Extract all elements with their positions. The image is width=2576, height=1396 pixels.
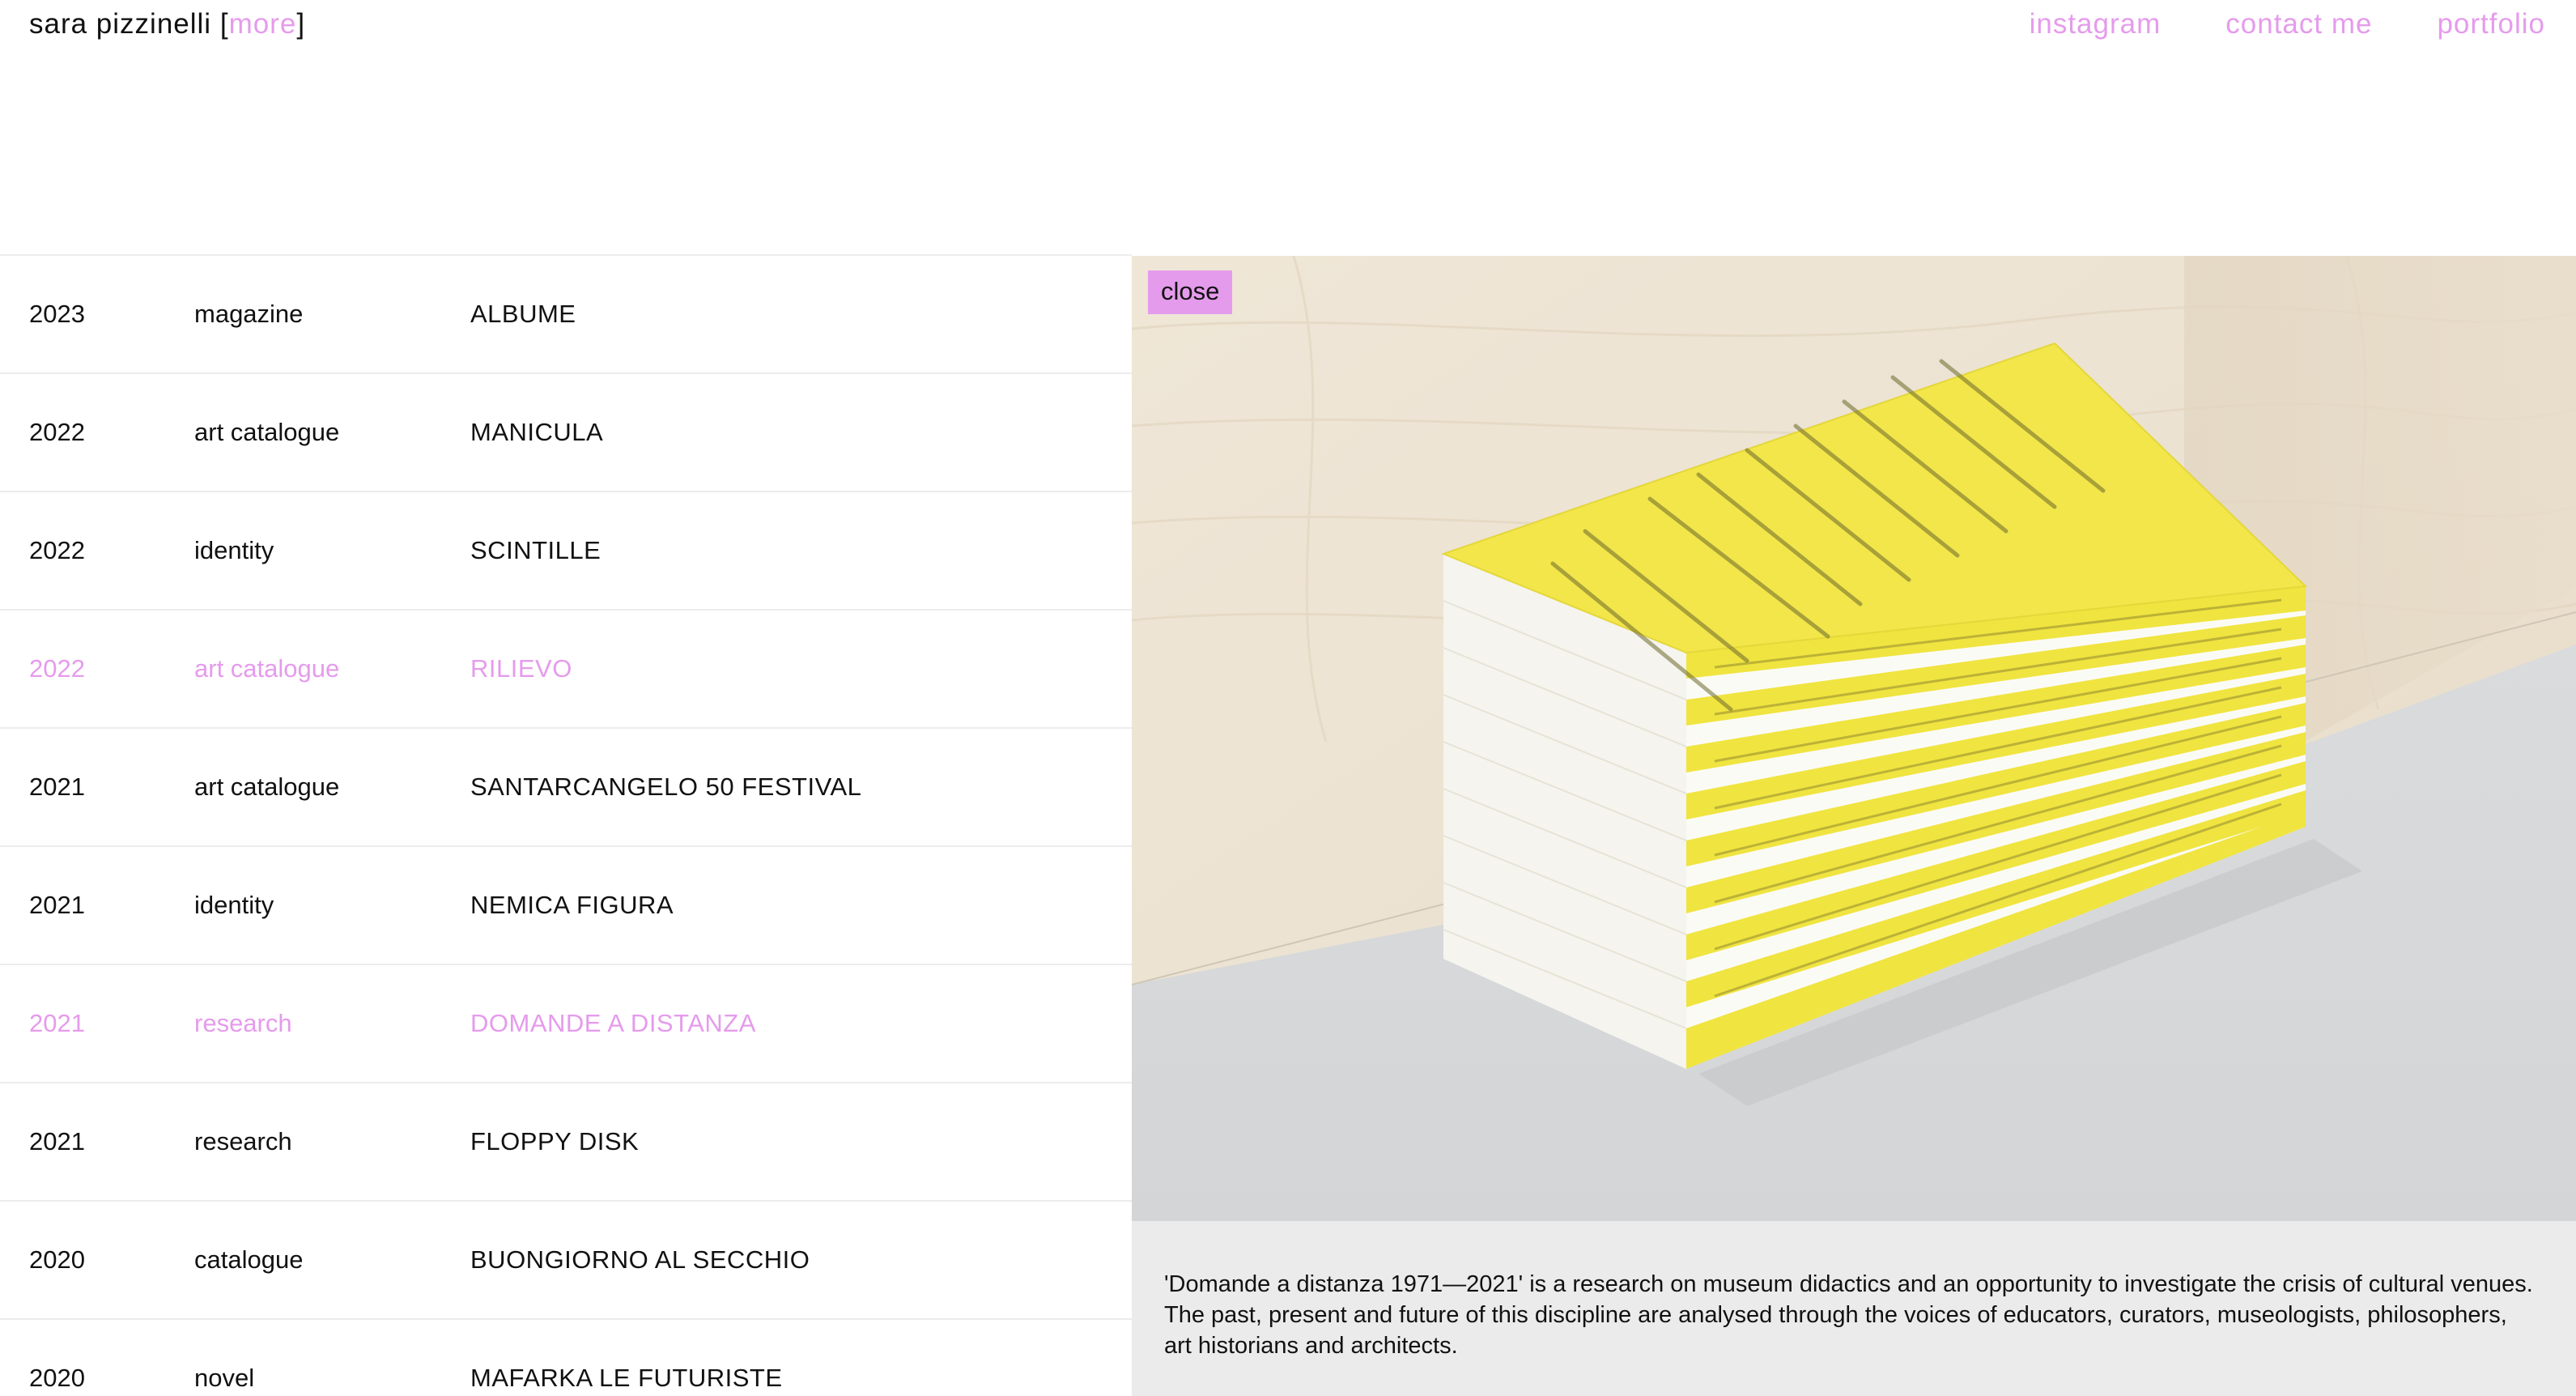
project-year: 2021 [29, 891, 85, 919]
project-row[interactable]: 2021 identity NEMICA FIGURA [0, 847, 1132, 965]
project-title: ALBUME [470, 300, 576, 328]
page: sara pizzinelli [more] instagram contact… [0, 0, 2576, 1396]
project-list: 2023 magazine ALBUME 2022 art catalogue … [0, 254, 1132, 1396]
project-row[interactable]: 2022 identity SCINTILLE [0, 492, 1132, 611]
project-year: 2021 [29, 1009, 85, 1037]
project-row[interactable]: 2020 novel MAFARKA LE FUTURISTE [0, 1320, 1132, 1396]
project-title: BUONGIORNO AL SECCHIO [470, 1245, 810, 1274]
project-photo [1132, 256, 2576, 1221]
project-category: catalogue [194, 1245, 304, 1274]
project-category: research [194, 1127, 292, 1156]
more-link[interactable]: more [229, 8, 297, 40]
more-bracket-close: ] [296, 8, 306, 40]
project-title: MAFARKA LE FUTURISTE [470, 1364, 783, 1392]
project-title: RILIEVO [470, 654, 572, 683]
site-name-text[interactable]: sara pizzinelli [29, 8, 211, 40]
project-year: 2020 [29, 1364, 85, 1392]
project-category: research [194, 1009, 292, 1037]
nav-instagram-link[interactable]: instagram [2030, 8, 2162, 40]
project-title: FLOPPY DISK [470, 1127, 640, 1156]
project-title: DOMANDE A DISTANZA [470, 1009, 756, 1037]
project-year: 2020 [29, 1245, 85, 1274]
project-category: art catalogue [194, 654, 340, 683]
project-row-highlighted[interactable]: 2022 art catalogue RILIEVO [0, 611, 1132, 729]
site-title: sara pizzinelli [more] [29, 8, 305, 40]
project-row[interactable]: 2022 art catalogue MANICULA [0, 374, 1132, 492]
project-category: identity [194, 891, 274, 919]
nav-portfolio-link[interactable]: portfolio [2437, 8, 2545, 40]
project-year: 2021 [29, 1127, 85, 1156]
project-year: 2022 [29, 418, 85, 446]
project-category: identity [194, 536, 274, 564]
close-button[interactable]: close [1148, 270, 1233, 314]
project-row[interactable]: 2021 art catalogue SANTARCANGELO 50 FEST… [0, 729, 1132, 847]
project-year: 2022 [29, 536, 85, 564]
project-category: art catalogue [194, 418, 340, 446]
nav-contact-link[interactable]: contact me [2225, 8, 2372, 40]
project-title: SANTARCANGELO 50 FESTIVAL [470, 772, 862, 801]
project-row[interactable]: 2023 magazine ALBUME [0, 256, 1132, 374]
project-row[interactable]: 2021 research FLOPPY DISK [0, 1083, 1132, 1202]
project-category: novel [194, 1364, 255, 1392]
project-title: NEMICA FIGURA [470, 891, 674, 919]
project-category: art catalogue [194, 772, 340, 801]
project-row[interactable]: 2020 catalogue BUONGIORNO AL SECCHIO [0, 1202, 1132, 1320]
project-year: 2023 [29, 300, 85, 328]
project-year: 2021 [29, 772, 85, 801]
project-row-selected[interactable]: 2021 research DOMANDE A DISTANZA [0, 965, 1132, 1083]
project-category: magazine [194, 300, 304, 328]
project-detail-panel: close 'Domande a distanza 1971—2021' is … [1132, 256, 2576, 1396]
project-title: SCINTILLE [470, 536, 601, 564]
project-description: 'Domande a distanza 1971—2021' is a rese… [1164, 1271, 2533, 1359]
more-bracket-open: [ [219, 8, 229, 40]
project-year: 2022 [29, 654, 85, 683]
project-title: MANICULA [470, 418, 604, 446]
top-nav: instagram contact me portfolio [2030, 8, 2545, 40]
